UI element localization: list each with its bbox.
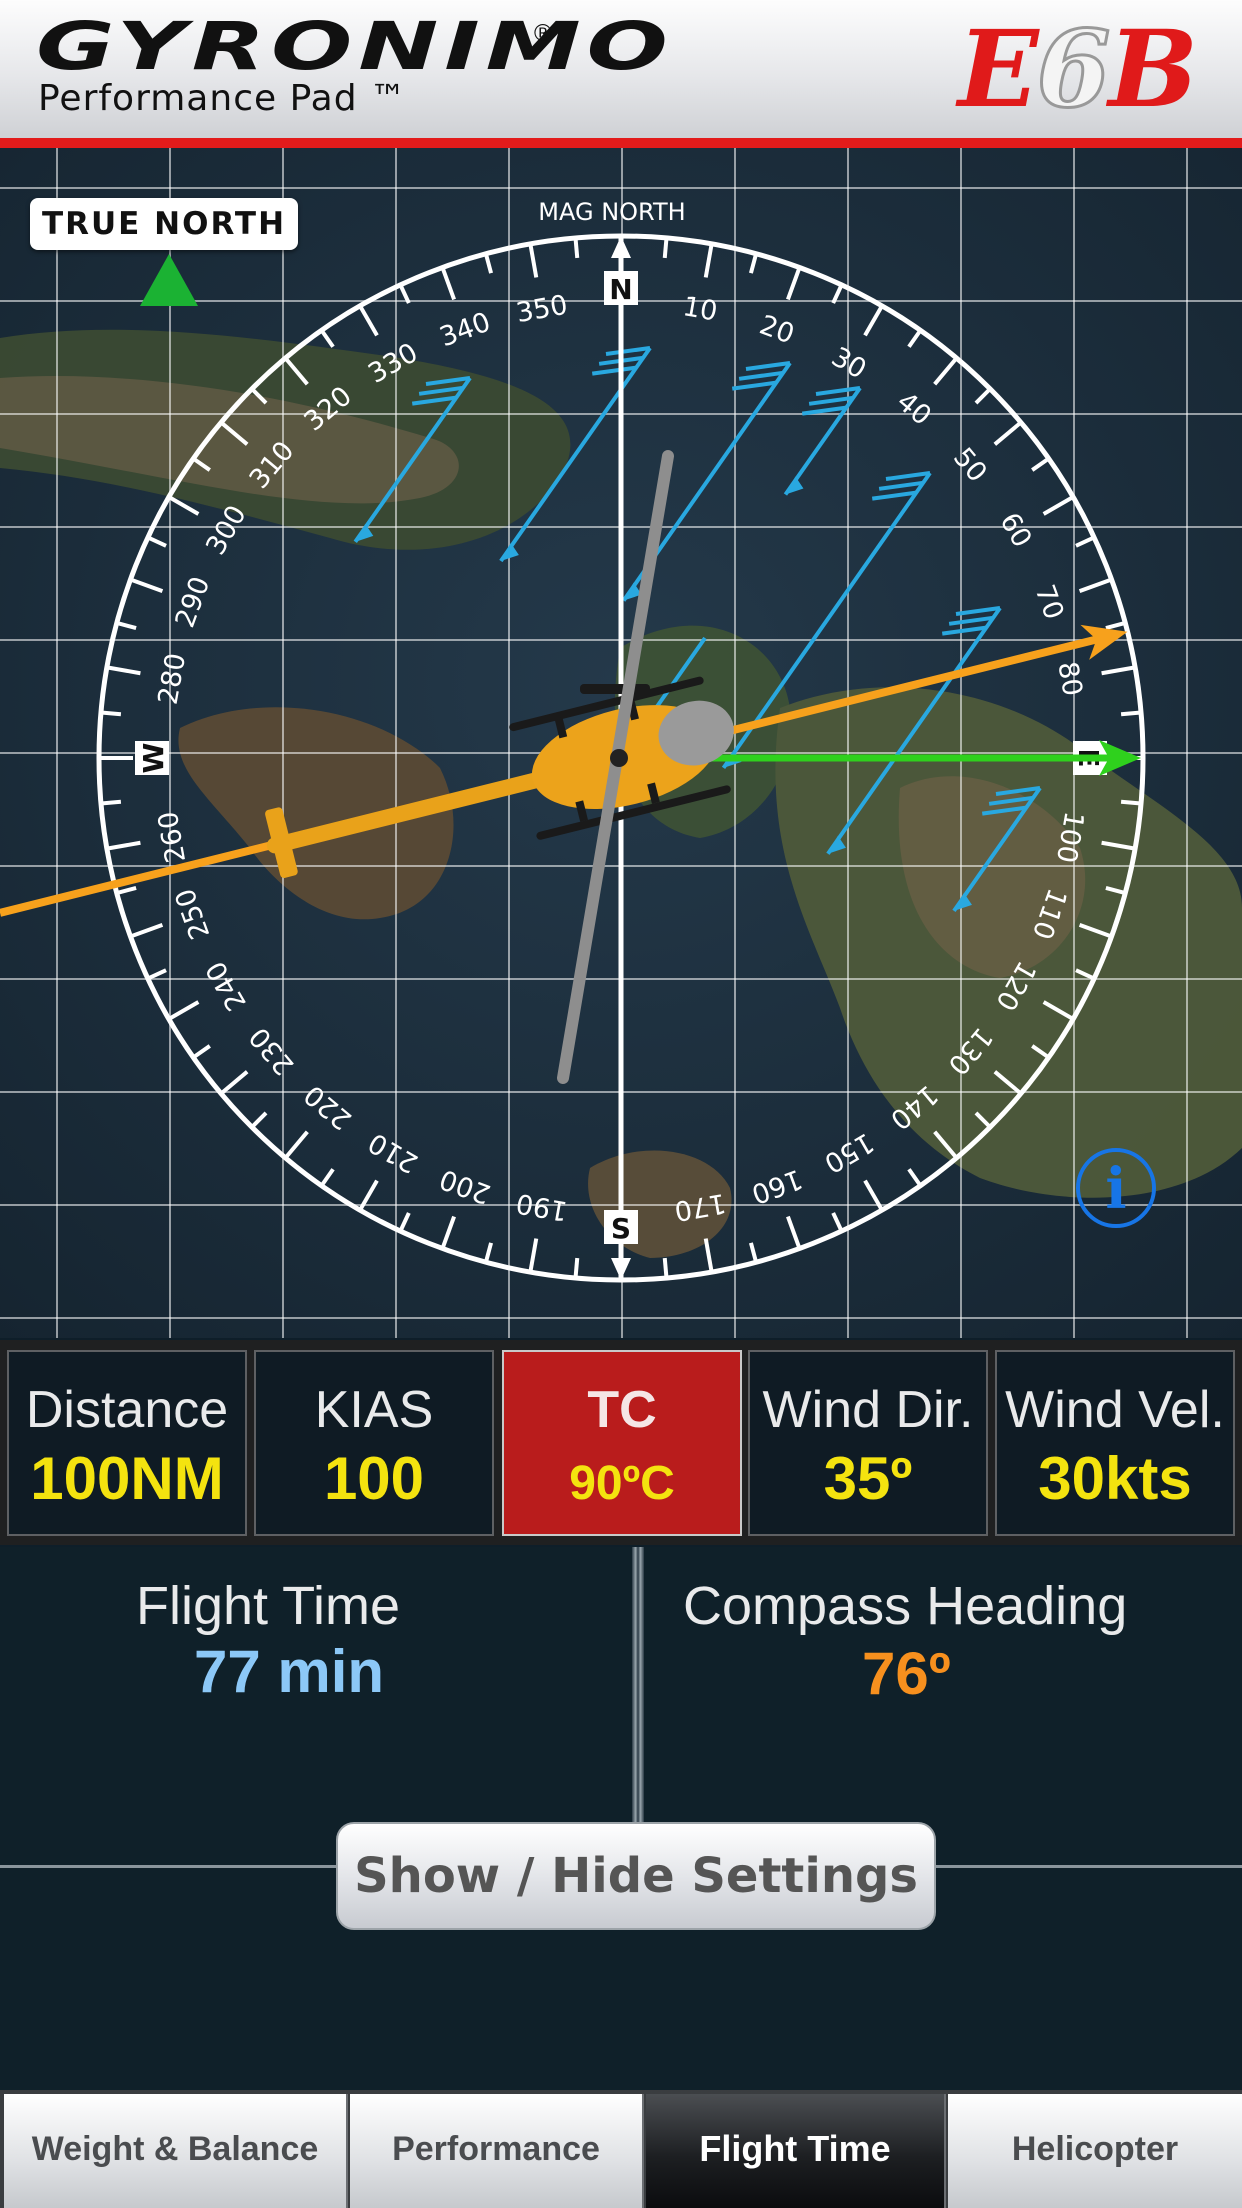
compass-heading-label: Compass Heading <box>683 1576 1128 1636</box>
heading-label: 10 <box>680 291 719 327</box>
cardinal-n: N <box>609 273 632 306</box>
true-north-arrow <box>140 254 198 306</box>
tab-weight-balance[interactable]: Weight & Balance <box>4 2094 348 2208</box>
wind-vel-label: Wind Vel. <box>1005 1381 1225 1439</box>
tab-performance[interactable]: Performance <box>350 2094 644 2208</box>
tab-bar: Weight & Balance Performance Flight Time… <box>0 2090 1242 2208</box>
mag-north-label: MAG NORTH <box>538 198 685 226</box>
info-button[interactable]: i <box>1076 1148 1156 1228</box>
compass-heading-value: 76º <box>862 1640 951 1707</box>
distance-value: 100NM <box>30 1445 224 1512</box>
compass-tick <box>573 237 580 259</box>
compass-tick <box>662 237 669 259</box>
cardinal-s: S <box>611 1212 631 1245</box>
show-hide-settings-button[interactable]: Show / Hide Settings <box>336 1822 936 1930</box>
compass-map[interactable]: 10 20 30 40 50 60 70 80 100 110 120 130 140 150 160 170… <box>0 148 1242 1338</box>
true-course-label: TC <box>587 1381 657 1439</box>
brand-subtitle: Performance Pad ™ <box>38 78 408 119</box>
true-course-box[interactable]: TC 90ºC <box>502 1350 742 1536</box>
compass-rose[interactable]: 1020304050607080100110120130140150160170… <box>0 148 1242 1338</box>
input-values-row: Distance 100NM KIAS 100 TC 90ºC Wind Dir… <box>0 1340 1242 1545</box>
e6b-logo: E6B <box>957 5 1198 133</box>
wind-dir-label: Wind Dir. <box>762 1381 974 1439</box>
wind-vel-value: 30kts <box>1038 1445 1192 1512</box>
compass-tick <box>1120 799 1142 806</box>
heading-label: 80 <box>1051 659 1087 698</box>
compass-tick <box>662 1257 669 1279</box>
compass-tick <box>100 799 122 806</box>
wind-dir-value: 35º <box>823 1445 913 1512</box>
kias-label: KIAS <box>314 1381 434 1439</box>
compass-tick <box>1120 710 1142 717</box>
kias-value: 100 <box>323 1445 425 1512</box>
wind-vel-box[interactable]: Wind Vel. 30kts <box>995 1350 1235 1536</box>
results-divider <box>632 1547 644 1827</box>
registered-mark: ® <box>534 20 552 47</box>
compass-tick <box>100 710 122 717</box>
cardinal-w: W <box>137 742 170 773</box>
app-header: GYRONIMO ® Performance Pad ™ E6B <box>0 0 1242 138</box>
kias-box[interactable]: KIAS 100 <box>254 1350 494 1536</box>
header-divider <box>0 138 1242 148</box>
rotor-hub <box>610 749 628 767</box>
tab-helicopter[interactable]: Helicopter <box>948 2094 1242 2208</box>
brand-logo: GYRONIMO <box>36 8 674 85</box>
distance-box[interactable]: Distance 100NM <box>7 1350 247 1536</box>
flight-time-value: 77 min <box>194 1638 385 1705</box>
distance-label: Distance <box>25 1381 229 1439</box>
wind-dir-box[interactable]: Wind Dir. 35º <box>748 1350 988 1536</box>
true-north-badge: TRUE NORTH <box>30 198 298 250</box>
tab-flight-time[interactable]: Flight Time <box>646 2094 946 2208</box>
compass-tick <box>573 1257 580 1279</box>
flight-time-label: Flight Time <box>136 1576 401 1636</box>
results-panel: Flight Time 77 min Compass Heading 76º S… <box>0 1547 1242 2090</box>
true-course-value: 90ºC <box>569 1457 675 1510</box>
